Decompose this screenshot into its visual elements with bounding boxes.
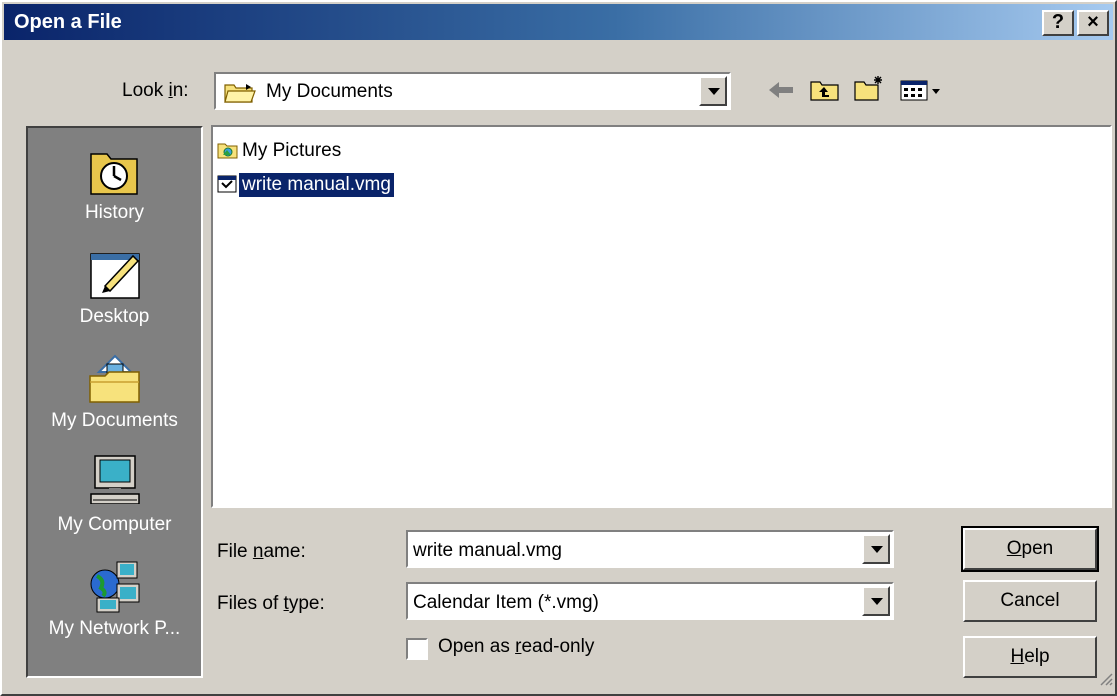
open-file-dialog: Open a File ? × Look in: My Documents Hi… <box>0 0 1117 696</box>
place-label: History <box>84 202 145 223</box>
place-desktop[interactable]: Desktop <box>28 246 201 328</box>
up-folder-icon[interactable] <box>810 78 840 108</box>
place-label: My Computer <box>57 514 172 535</box>
file-name-dropdown-button[interactable] <box>862 534 890 564</box>
folder-icon <box>224 81 256 109</box>
file-name-combo[interactable]: write manual.vmg <box>406 530 894 568</box>
place-my-documents[interactable]: My Documents <box>28 350 201 432</box>
place-history[interactable]: History <box>28 142 201 224</box>
file-name: write manual.vmg <box>238 172 395 198</box>
file-name-input[interactable]: write manual.vmg <box>413 540 562 562</box>
file-type-combo[interactable]: Calendar Item (*.vmg) <box>406 582 894 620</box>
picture-folder-icon <box>217 141 238 159</box>
file-type-label: Files of type: <box>217 593 325 614</box>
look-in-dropdown-button[interactable] <box>699 76 727 106</box>
file-name: My Pictures <box>242 140 342 161</box>
look-in-value: My Documents <box>266 81 393 102</box>
view-menu-icon[interactable] <box>900 80 948 108</box>
read-only-label[interactable]: Open as read-only <box>438 636 594 658</box>
close-button[interactable]: × <box>1077 10 1109 36</box>
read-only-checkbox[interactable] <box>406 638 428 660</box>
dialog-title: Open a File <box>14 11 122 33</box>
file-type-value: Calendar Item (*.vmg) <box>413 592 599 613</box>
help-title-button[interactable]: ? <box>1042 10 1074 36</box>
my-computer-icon <box>87 454 143 510</box>
look-in-combo[interactable]: My Documents <box>214 72 731 110</box>
cancel-button[interactable]: Cancel <box>963 580 1097 622</box>
file-list[interactable]: My Pictures write manual.vmg <box>211 125 1112 508</box>
network-places-icon <box>87 558 143 614</box>
look-in-label: Look in: <box>122 80 189 101</box>
place-my-computer[interactable]: My Computer <box>28 454 201 536</box>
vmg-file-icon <box>217 175 237 193</box>
place-label: Desktop <box>79 306 150 327</box>
open-button[interactable]: Open <box>961 526 1099 572</box>
file-name-label: File name: <box>217 541 306 562</box>
my-documents-icon <box>87 350 143 406</box>
help-button[interactable]: Help <box>963 636 1097 678</box>
back-arrow-icon[interactable] <box>767 80 795 106</box>
places-bar: History Desktop My Documents My Computer… <box>26 126 203 678</box>
file-type-dropdown-button[interactable] <box>862 586 890 616</box>
place-label: My Network P... <box>48 618 181 639</box>
resize-grip-icon[interactable] <box>1097 670 1113 692</box>
title-bar[interactable]: Open a File ? × <box>4 4 1113 40</box>
history-icon <box>87 142 143 198</box>
new-folder-icon[interactable] <box>854 74 886 108</box>
place-label: My Documents <box>51 410 178 431</box>
desktop-icon <box>87 246 143 302</box>
place-network[interactable]: My Network P... <box>28 558 201 640</box>
